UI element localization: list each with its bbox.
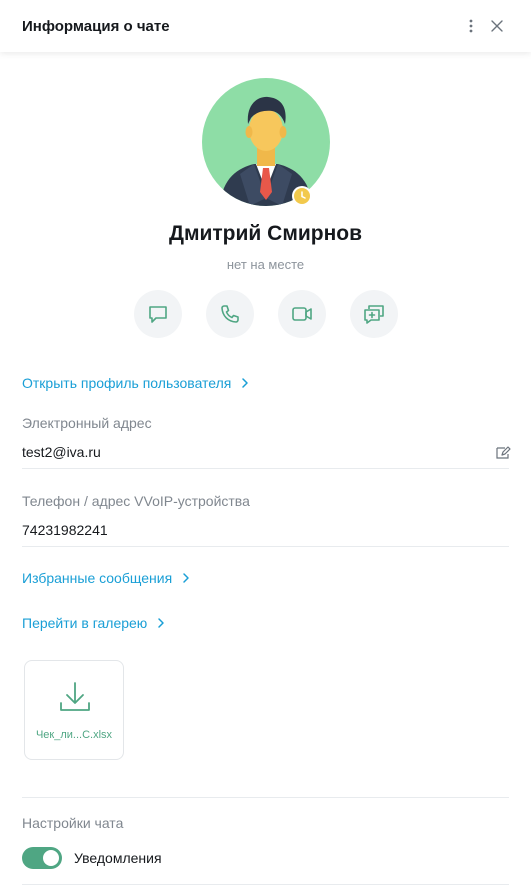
video-call-button[interactable]: [278, 290, 326, 338]
header-title: Информация о чате: [22, 17, 170, 35]
open-profile-label: Открыть профиль пользователя: [22, 375, 232, 391]
user-status: нет на месте: [226, 257, 305, 272]
notifications-label: Уведомления: [74, 850, 162, 866]
divider: [22, 468, 509, 469]
email-value[interactable]: test2@iva.ru: [22, 444, 101, 460]
phone-icon: [221, 305, 239, 323]
close-button[interactable]: [485, 14, 509, 38]
toggle-knob: [43, 850, 59, 866]
divider: [22, 546, 509, 547]
close-icon: [491, 20, 503, 32]
header: Информация о чате: [0, 0, 531, 52]
divider: [22, 884, 509, 885]
user-avatar-image: [220, 96, 312, 206]
phone-label: Телефон / адрес VVoIP-устройства: [22, 493, 250, 509]
more-button[interactable]: [459, 14, 483, 38]
edit-email-button[interactable]: [494, 444, 512, 462]
download-icon: [57, 679, 93, 715]
favorites-label: Избранные сообщения: [22, 570, 173, 586]
status-away-indicator: [292, 186, 312, 206]
call-button[interactable]: [206, 290, 254, 338]
action-buttons: [134, 290, 398, 338]
gallery-label: Перейти в галерею: [22, 615, 148, 631]
add-chat-icon: [364, 305, 384, 324]
video-icon: [292, 307, 312, 321]
avatar: [202, 78, 330, 206]
favorites-link[interactable]: Избранные сообщения: [22, 570, 190, 586]
phone-value[interactable]: 74231982241: [22, 522, 108, 538]
conference-button[interactable]: [350, 290, 398, 338]
more-vertical-icon: [469, 19, 473, 33]
email-label: Электронный адрес: [22, 415, 152, 431]
divider: [22, 797, 509, 798]
notifications-toggle[interactable]: [22, 847, 62, 869]
file-name: Чек_ли...С.xlsx: [35, 729, 113, 741]
clock-icon: [294, 188, 310, 204]
file-card[interactable]: Чек_ли...С.xlsx: [24, 660, 124, 760]
user-name: Дмитрий Смирнов: [168, 222, 363, 245]
open-profile-link[interactable]: Открыть профиль пользователя: [22, 375, 249, 391]
chevron-right-icon: [157, 617, 165, 629]
chat-settings-title: Настройки чата: [22, 815, 124, 831]
chevron-right-icon: [182, 572, 190, 584]
message-icon: [149, 306, 167, 323]
chat-button[interactable]: [134, 290, 182, 338]
chevron-right-icon: [241, 377, 249, 389]
gallery-link[interactable]: Перейти в галерею: [22, 615, 165, 631]
edit-icon: [496, 446, 511, 459]
